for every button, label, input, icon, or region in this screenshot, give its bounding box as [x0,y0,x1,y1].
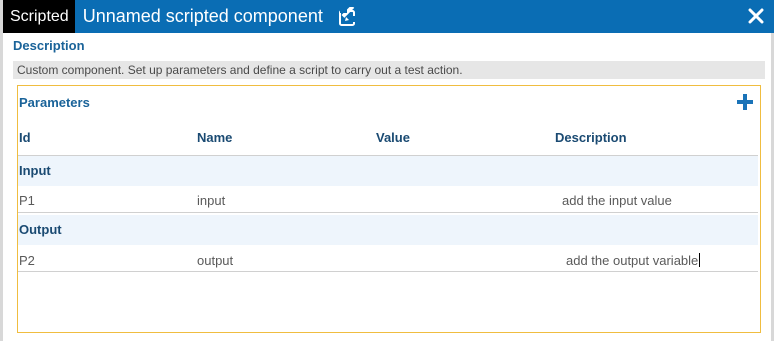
param-description[interactable]: add the output variable [566,253,698,268]
column-header-name: Name [197,130,233,145]
scripted-component-dialog: Scripted Unnamed scripted component Desc… [0,0,774,341]
param-name[interactable]: input [197,193,225,208]
group-label: Input [19,163,51,178]
param-name[interactable]: output [197,253,233,268]
table-row[interactable]: P1 input add the input value [18,186,758,214]
param-id[interactable]: P2 [19,253,35,268]
column-header-id: Id [19,130,31,145]
description-text[interactable]: Custom component. Set up parameters and … [13,61,765,79]
table-row[interactable]: P2 output add the output variable [18,246,758,274]
group-label: Output [19,222,62,237]
param-description[interactable]: add the input value [562,193,672,208]
group-row-output: Output [18,215,758,245]
parameters-panel: Parameters Id Name Value Description Inp… [17,85,761,333]
title-bar: Scripted Unnamed scripted component [3,0,774,33]
row-divider [18,271,758,272]
plus-icon[interactable] [737,94,753,110]
row-divider [18,212,758,213]
edit-icon[interactable] [337,6,359,28]
component-title[interactable]: Unnamed scripted component [83,6,323,27]
param-id[interactable]: P1 [19,193,35,208]
group-row-input: Input [18,156,758,186]
column-header-value: Value [376,130,410,145]
description-heading: Description [13,38,85,53]
component-type-tag: Scripted [3,0,75,33]
close-icon[interactable] [745,5,767,27]
parameters-title: Parameters [19,95,90,110]
column-header-description: Description [555,130,627,145]
text-caret [699,253,701,267]
param-description-editing[interactable]: add the output variable [566,253,701,268]
